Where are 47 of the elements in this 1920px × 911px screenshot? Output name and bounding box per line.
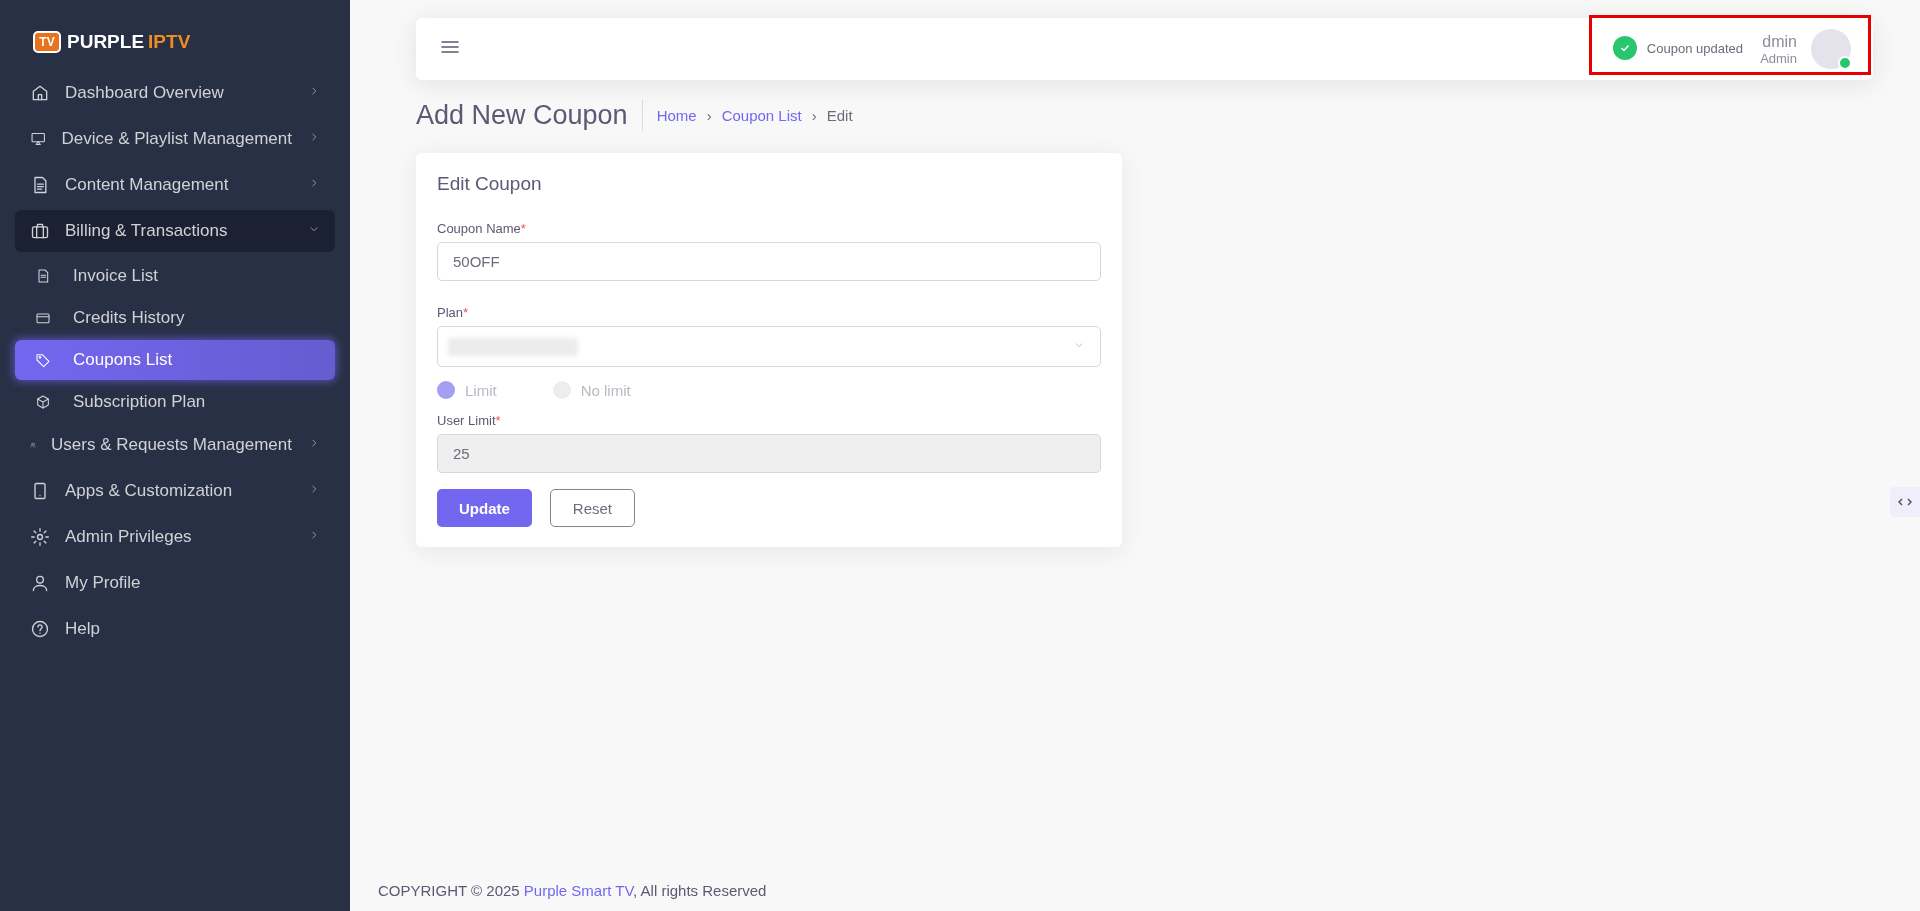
sidebar-item[interactable]: Apps & Customization: [15, 470, 335, 512]
person-icon: [30, 573, 50, 593]
footer-link[interactable]: Purple Smart TV: [523, 882, 634, 899]
plan-dropdown[interactable]: [437, 326, 1101, 367]
brand-name: PURPLE: [67, 31, 145, 53]
logo-icon: TV: [33, 31, 61, 53]
sidebar-subitem[interactable]: Subscription Plan: [15, 382, 335, 422]
sidebar-subitem[interactable]: Credits History: [15, 298, 335, 338]
sidebar-item[interactable]: Device & Playlist Management: [15, 118, 335, 160]
toast-notification: Coupon updated: [1602, 30, 1753, 66]
breadcrumb-current: Edit: [826, 107, 853, 124]
sidebar-item[interactable]: Billing & Transactions: [15, 210, 335, 252]
sidebar-item[interactable]: Dashboard Overview: [15, 72, 335, 114]
card-title: Edit Coupon: [437, 173, 543, 195]
field-label: Coupon Name*: [437, 221, 527, 236]
sidebar-item[interactable]: Admin Privileges: [15, 516, 335, 558]
brand-name-accent: IPTV: [148, 31, 191, 53]
sidebar-item[interactable]: My Profile: [15, 562, 335, 604]
avatar[interactable]: [1811, 29, 1851, 69]
briefcase-icon: [30, 221, 50, 241]
code-icon[interactable]: [1890, 487, 1920, 517]
coupon-name-field[interactable]: 50OFF: [437, 242, 1101, 281]
breadcrumb-link[interactable]: Home: [656, 107, 697, 124]
sidebar-subitem[interactable]: Coupons List: [15, 340, 335, 380]
page-title: Add New Coupon: [416, 100, 643, 131]
cube-icon: [35, 394, 51, 410]
tag-icon: [35, 352, 51, 368]
help-icon: [30, 619, 50, 639]
update-button[interactable]: Update: [437, 489, 532, 527]
footer-text: COPYRIGHT © 2025 Purple Smart TV, All rights Reserved: [378, 882, 768, 901]
sidebar-item[interactable]: Help: [15, 608, 335, 650]
breadcrumb-separator: ›: [706, 107, 712, 124]
sidebar-item[interactable]: Users & Requests Management: [15, 424, 335, 466]
document-icon: [35, 268, 51, 284]
breadcrumb-separator: ›: [811, 107, 817, 124]
sidebar-subitem[interactable]: Invoice List: [15, 256, 335, 296]
field-label: User Limit*: [437, 413, 502, 428]
breadcrumb-link[interactable]: Coupon List: [721, 107, 802, 124]
reset-button[interactable]: Reset: [549, 489, 636, 527]
field-label: Plan*: [437, 305, 470, 320]
settings-icon: [30, 527, 50, 547]
check-icon: [1612, 36, 1637, 60]
sidebar-item[interactable]: Content Management: [15, 164, 335, 206]
card-icon: [35, 310, 51, 326]
user-name: dmin: [1762, 32, 1797, 51]
user-role: Admin: [1760, 50, 1797, 66]
home-icon: [30, 83, 50, 103]
